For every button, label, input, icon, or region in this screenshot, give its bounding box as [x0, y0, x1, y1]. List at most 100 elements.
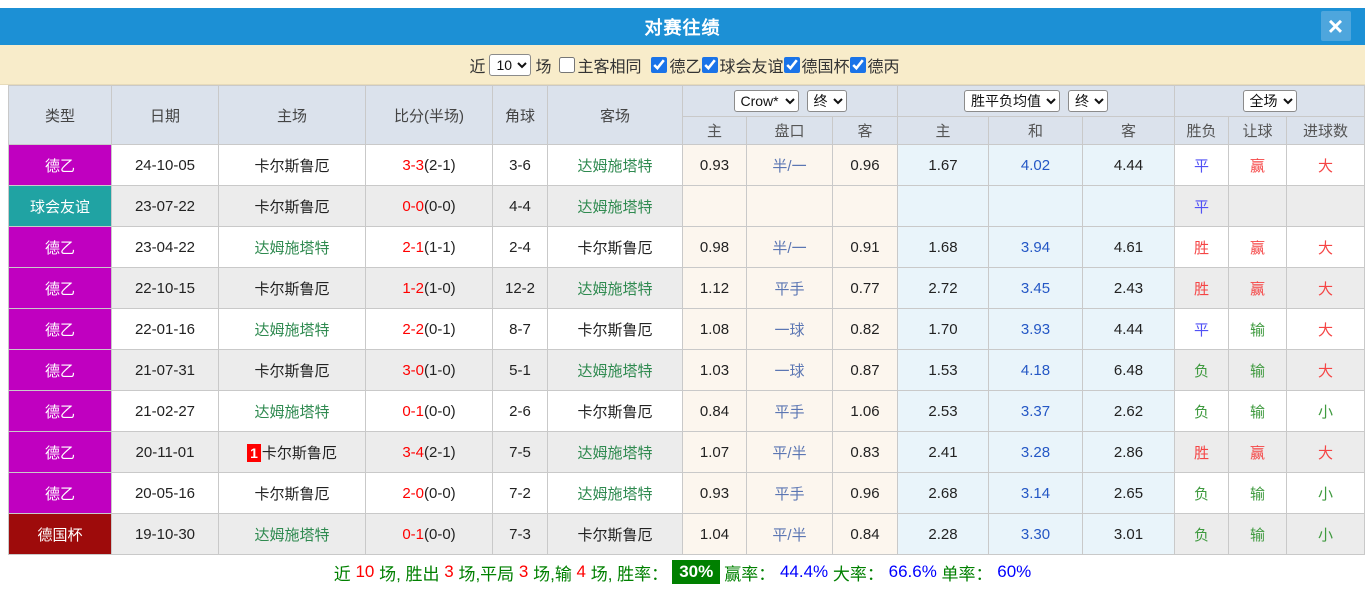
half-time-score: (0-1): [424, 320, 456, 338]
home-team: 卡尔斯鲁厄: [254, 362, 330, 380]
odds-home: 1.08: [682, 308, 747, 350]
avg-away-odds: 6.48: [1081, 349, 1176, 391]
scope-select[interactable]: 全场: [1242, 90, 1297, 112]
competition-checkbox[interactable]: [701, 56, 718, 73]
competition-filter[interactable]: 德国杯: [783, 53, 850, 77]
table-row: 德国杯 19-10-30 达姆施塔特 0-1(0-0) 7-3 卡尔斯鲁厄 1.…: [8, 513, 1365, 555]
result-handicap: 赢: [1228, 267, 1288, 309]
full-time-score: 1-2: [402, 279, 424, 297]
avg-away-odds: 3.01: [1081, 513, 1176, 555]
corners-score: 2-6: [492, 390, 548, 432]
full-time-score: 2-2: [402, 320, 424, 338]
corners-score: 5-1: [492, 349, 548, 391]
bookmaker-time-select[interactable]: 终: [806, 90, 847, 112]
odds-home: 0.93: [682, 472, 747, 514]
odds-handicap-line: 半/一: [746, 144, 833, 186]
corners-score: 3-6: [492, 144, 548, 186]
avg-type-select[interactable]: 胜平负均值: [964, 90, 1060, 112]
filter-bar: 近 10 场 主客相同 德乙 球会友谊 德国杯 德丙: [0, 45, 1365, 85]
avg-draw-odds: 3.93: [988, 308, 1083, 350]
result-goals: 大: [1286, 267, 1365, 309]
avg-home-odds: 2.68: [897, 472, 989, 514]
col-header-odds-line: 盘口: [746, 116, 833, 145]
home-team: 卡尔斯鲁厄: [254, 485, 330, 503]
avg-home-odds: 1.70: [897, 308, 989, 350]
result-handicap: 赢: [1228, 144, 1288, 186]
odds-handicap-line: [746, 185, 833, 227]
corners-score: 4-4: [492, 185, 548, 227]
col-header-away: 客场: [547, 85, 683, 145]
summary-bar: 近 10 场, 胜出 3 场,平局 3 场,输 4 场, 胜率： 30% 赢率： 4…: [0, 555, 1365, 589]
away-team-cell: 达姆施塔特: [547, 431, 683, 473]
odds-away: 0.82: [832, 308, 898, 350]
bookmaker-select[interactable]: Crow*: [733, 90, 799, 112]
avg-draw-odds: 4.02: [988, 144, 1083, 186]
competition-filter[interactable]: 球会友谊: [701, 53, 784, 77]
half-time-score: (1-0): [424, 361, 456, 379]
result-win-lose: 平: [1174, 308, 1230, 350]
competition-checkbox[interactable]: [849, 56, 866, 73]
competition-checkbox[interactable]: [651, 56, 668, 73]
competition-filter[interactable]: 德丙: [849, 53, 900, 77]
score-cell: 0-1(0-0): [365, 513, 493, 555]
away-team: 卡尔斯鲁厄: [577, 321, 653, 339]
avg-time-select[interactable]: 终: [1068, 90, 1108, 112]
odds-home: 1.07: [682, 431, 747, 473]
odds-handicap-line: 半/一: [746, 226, 833, 268]
summary-segment: 单率：: [936, 564, 998, 584]
odds-handicap-line: 平/半: [746, 513, 833, 555]
match-date: 23-04-22: [111, 226, 219, 268]
avg-draw-odds: 3.14: [988, 472, 1083, 514]
result-handicap: 输: [1228, 308, 1288, 350]
home-team-cell: 卡尔斯鲁厄: [218, 144, 366, 186]
summary-segment: 场,平局: [453, 564, 519, 584]
close-button[interactable]: ×: [1321, 11, 1351, 41]
same-venue-checkbox[interactable]: [559, 56, 576, 73]
league-badge: 德乙: [8, 144, 112, 186]
away-team: 达姆施塔特: [577, 198, 653, 216]
avg-draw-odds: 3.45: [988, 267, 1083, 309]
col-header-home: 主场: [218, 85, 366, 145]
col-header-result-handicap: 让球: [1228, 116, 1288, 145]
col-header-result-wl: 胜负: [1174, 116, 1230, 145]
table-row: 德乙 22-01-16 达姆施塔特 2-2(0-1) 8-7 卡尔斯鲁厄 1.0…: [8, 308, 1365, 350]
summary-segment: 场,输: [528, 564, 577, 584]
odds-header-group: Crow* 终: [682, 85, 898, 117]
odds-home: 0.93: [682, 144, 747, 186]
league-badge: 德乙: [8, 267, 112, 309]
table-row: 德乙 24-10-05 卡尔斯鲁厄 3-3(2-1) 3-6 达姆施塔特 0.9…: [8, 144, 1365, 186]
away-team: 达姆施塔特: [577, 485, 653, 503]
summary-segment: 场, 胜出: [374, 564, 445, 584]
odds-away: 0.87: [832, 349, 898, 391]
full-time-score: 2-0: [402, 484, 424, 502]
col-header-score: 比分(半场): [365, 85, 493, 145]
avg-away-odds: 4.61: [1081, 226, 1176, 268]
summary-segment: 10: [355, 562, 375, 581]
competition-label: 德乙: [669, 58, 702, 76]
result-goals: [1286, 185, 1365, 227]
result-win-lose: 平: [1174, 144, 1230, 186]
avg-home-odds: 1.67: [897, 144, 989, 186]
home-team-cell: 达姆施塔特: [218, 226, 366, 268]
home-team-cell: 达姆施塔特: [218, 308, 366, 350]
odds-away: [832, 185, 898, 227]
summary-segment: 3: [518, 562, 529, 581]
avg-draw-odds: 3.94: [988, 226, 1083, 268]
result-goals: 大: [1286, 144, 1365, 186]
recent-count-select[interactable]: 10: [489, 53, 532, 76]
half-time-score: (2-1): [424, 443, 456, 461]
top-strip: [0, 0, 1365, 8]
avg-home-odds: 1.53: [897, 349, 989, 391]
away-team-cell: 卡尔斯鲁厄: [547, 226, 683, 268]
away-team: 卡尔斯鲁厄: [577, 526, 653, 544]
league-badge: 球会友谊: [8, 185, 112, 227]
result-win-lose: 负: [1174, 513, 1230, 555]
competition-filter[interactable]: 德乙: [651, 53, 702, 77]
away-team: 达姆施塔特: [577, 157, 653, 175]
competition-checkbox[interactable]: [783, 56, 800, 73]
match-date: 20-11-01: [111, 431, 219, 473]
full-time-score: 2-1: [402, 238, 424, 256]
half-time-score: (1-1): [424, 238, 456, 256]
result-goals: 大: [1286, 308, 1365, 350]
same-venue-filter[interactable]: 主客相同: [559, 53, 641, 77]
